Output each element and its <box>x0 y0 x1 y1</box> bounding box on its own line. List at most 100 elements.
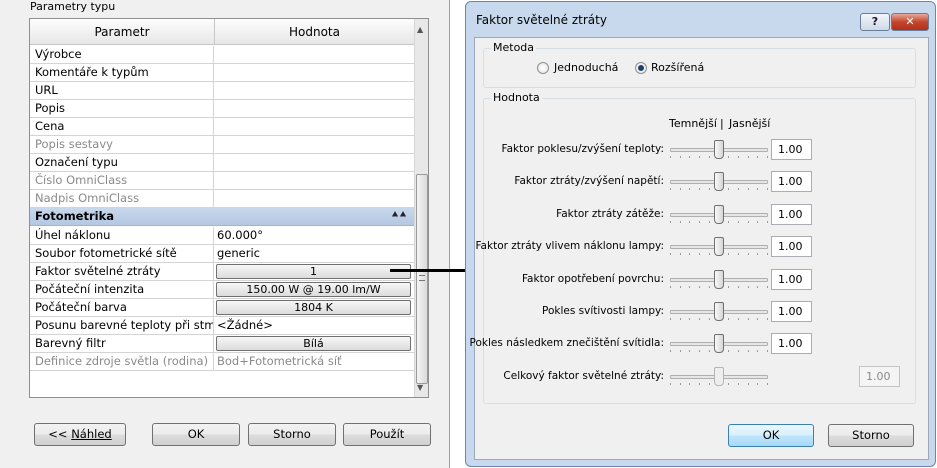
slider-tick <box>767 318 768 320</box>
value-group: Hodnota Temnější | Jasnější Faktor pokle… <box>470 91 916 404</box>
table-row[interactable]: Soubor fotometrické sítě generic <box>30 245 415 263</box>
slider-tick <box>738 253 739 255</box>
column-header-value[interactable]: Hodnota <box>215 19 415 45</box>
factor-value-input[interactable]: 1.00 <box>771 171 812 192</box>
slider-thumb <box>714 367 724 386</box>
apply-button[interactable]: Použít <box>343 423 431 446</box>
slider-tick <box>689 221 690 223</box>
slider-tick <box>748 188 749 190</box>
table-row[interactable]: Počáteční intenzita 150.00 W @ 19.00 lm/W <box>30 281 415 299</box>
slider-tick <box>709 350 710 352</box>
preview-button[interactable]: << Náhled <box>34 423 126 446</box>
slider-tick <box>767 350 768 352</box>
slider-tick <box>748 383 749 385</box>
slider-tick <box>748 286 749 288</box>
factor-value-input[interactable]: 1.00 <box>771 204 812 225</box>
table-row[interactable]: Cena <box>30 118 415 136</box>
slider-tick <box>728 383 729 385</box>
slider-tick <box>689 188 690 190</box>
cancel-button[interactable]: Storno <box>248 423 336 446</box>
column-header-parameter[interactable]: Parametr <box>30 19 215 45</box>
color-filter-button[interactable]: Bílá <box>216 336 411 351</box>
slider-tick <box>728 188 729 190</box>
table-row[interactable]: Počáteční barva 1804 K <box>30 299 415 317</box>
slider-thumb[interactable] <box>714 270 724 289</box>
dimming-shift-value[interactable]: <Žádné> <box>215 317 415 335</box>
factor-value-input[interactable]: 1.00 <box>771 236 812 257</box>
slider-tick <box>748 350 749 352</box>
table-row[interactable]: Úhel náklonu 60.000° <box>30 227 415 245</box>
slider-thumb[interactable] <box>714 334 724 353</box>
slider-tick <box>680 188 681 190</box>
table-row[interactable]: Barevný filtr Bílá <box>30 335 415 353</box>
radio-simple[interactable] <box>537 62 549 74</box>
scroll-down-icon[interactable]: ▼ <box>417 383 423 392</box>
help-button[interactable]: ? <box>860 13 890 31</box>
radio-advanced[interactable] <box>635 62 647 74</box>
slider-thumb[interactable] <box>714 237 724 256</box>
ok-button[interactable]: OK <box>152 423 240 446</box>
photometric-web-file-value[interactable]: generic <box>215 245 415 263</box>
radio-advanced-label[interactable]: Rozšířená <box>651 61 704 74</box>
slider-tick <box>709 156 710 158</box>
slider-tick <box>767 156 768 158</box>
slider-tick <box>709 253 710 255</box>
grid-scrollbar[interactable]: ▲ ▼ <box>414 19 428 397</box>
slider-tick <box>699 188 700 190</box>
slider-thumb[interactable] <box>714 302 724 321</box>
factor-value-input[interactable]: 1.00 <box>771 139 812 160</box>
scroll-up-icon[interactable]: ▲ <box>417 25 423 34</box>
scrollbar-thumb[interactable] <box>416 174 428 384</box>
slider-tick <box>757 188 758 190</box>
slider-tick <box>699 156 700 158</box>
slider-tick <box>738 383 739 385</box>
slider-tick <box>670 253 671 255</box>
dialog-cancel-button[interactable]: Storno <box>828 424 914 447</box>
slider-tick <box>738 350 739 352</box>
group-header-photometrics[interactable]: Fotometrika ⯅⯅ <box>30 208 415 226</box>
radio-simple-label[interactable]: Jednoduchá <box>554 61 618 74</box>
slider-tick <box>680 383 681 385</box>
factor-value-input[interactable]: 1.00 <box>771 301 812 322</box>
slider-tick <box>680 286 681 288</box>
slider-thumb[interactable] <box>714 140 724 159</box>
table-row[interactable]: Výrobce <box>30 46 415 64</box>
slider-tick <box>738 286 739 288</box>
slider-tick <box>738 188 739 190</box>
slider-tick <box>709 318 710 320</box>
slider-tick <box>767 253 768 255</box>
table-row[interactable]: Komentáře k typům <box>30 64 415 82</box>
slider-tick <box>680 318 681 320</box>
slider-tick <box>767 188 768 190</box>
slider-thumb[interactable] <box>714 205 724 224</box>
initial-intensity-button[interactable]: 150.00 W @ 19.00 lm/W <box>216 282 411 297</box>
light-loss-factor-button[interactable]: 1 <box>216 264 411 279</box>
table-row[interactable]: Popis <box>30 100 415 118</box>
table-row[interactable]: URL <box>30 82 415 100</box>
factor-value-input[interactable]: 1.00 <box>771 269 812 290</box>
slider-tick <box>689 383 690 385</box>
factor-value-input[interactable]: 1.00 <box>771 333 812 354</box>
slider-tick <box>699 383 700 385</box>
table-row[interactable]: Označení typu <box>30 154 415 172</box>
grid-header: Parametr Hodnota <box>30 19 415 45</box>
value-group-label: Hodnota <box>491 91 542 104</box>
slider-tick <box>738 318 739 320</box>
lighter-label: Jasnější <box>729 117 771 130</box>
initial-color-button[interactable]: 1804 K <box>216 300 411 315</box>
factor-label: Pokles následkem znečištění svítidla: <box>469 337 664 349</box>
slider-thumb[interactable] <box>714 172 724 191</box>
close-icon: ✕ <box>905 15 915 28</box>
close-button[interactable]: ✕ <box>891 13 929 31</box>
slider-tick <box>709 221 710 223</box>
dialog-ok-button[interactable]: OK <box>728 424 814 447</box>
collapse-up-icon[interactable]: ⯅⯅ <box>391 210 407 221</box>
tilt-angle-value[interactable]: 60.000° <box>215 227 415 245</box>
slider-tick <box>689 286 690 288</box>
slider-tick <box>757 350 758 352</box>
slider-tick <box>757 383 758 385</box>
factor-label: Pokles svítivosti lampy: <box>542 305 664 317</box>
table-row[interactable]: Posunu barevné teploty při stmív <Žádné> <box>30 317 415 335</box>
table-row[interactable]: Faktor světelné ztráty 1 <box>30 263 415 281</box>
slider-tick <box>709 286 710 288</box>
